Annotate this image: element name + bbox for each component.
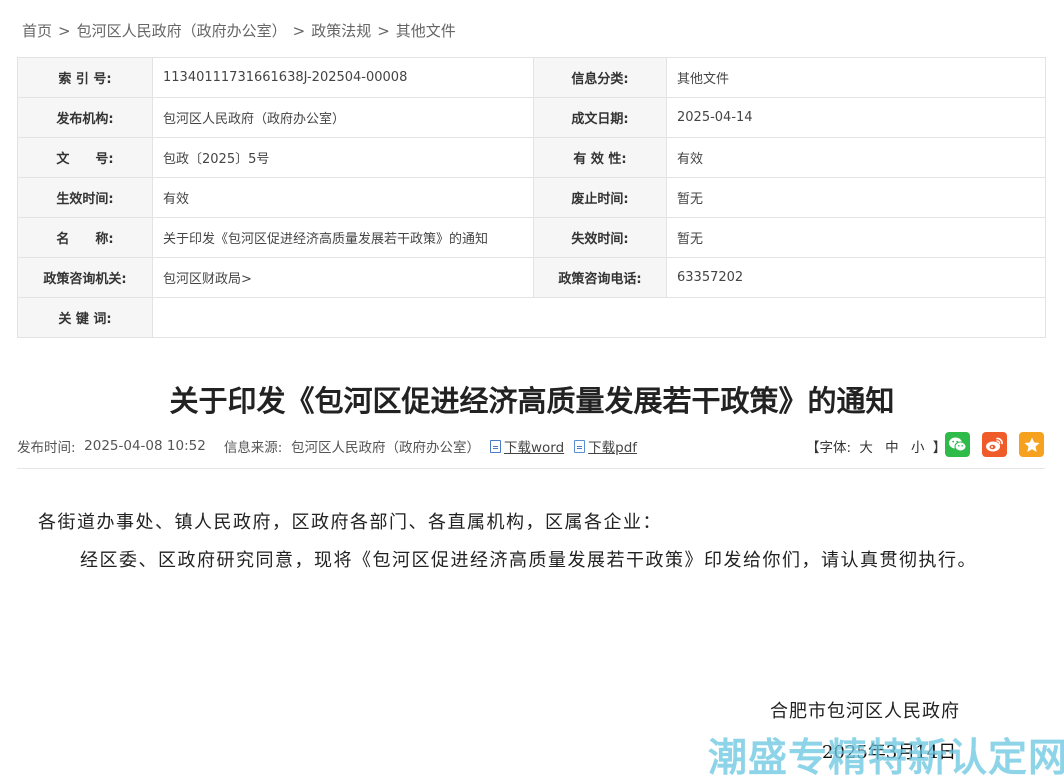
source-value: 包河区人民政府（政府办公室） <box>290 440 480 456</box>
abolish-time-value: 暂无 <box>666 177 1046 218</box>
salutation: 各街道办事处、镇人民政府，区政府各部门、各直属机构，区属各企业： <box>38 512 662 533</box>
favorite-icon <box>1024 437 1039 452</box>
doc-number-value: 包政〔2025〕5号 <box>152 137 534 178</box>
share-weibo-button[interactable] <box>982 432 1007 457</box>
keywords-value <box>152 297 1046 338</box>
font-medium-button[interactable]: 中 <box>885 440 899 456</box>
abolish-time-label: 废止时间: <box>533 177 667 218</box>
validity-label: 有 效 性: <box>533 137 667 178</box>
document-metadata-table: 索 引 号: 11340111731661638J-202504-00008 信… <box>17 57 1046 338</box>
doc-name-value: 关于印发《包河区促进经济高质量发展若干政策》的通知 <box>152 217 534 258</box>
share-wechat-button[interactable] <box>945 432 970 457</box>
download-pdf-label: 下载pdf <box>588 440 638 456</box>
signature-organization: 合肥市包河区人民政府 <box>770 701 960 722</box>
issuer-label: 发布机构: <box>17 97 153 138</box>
article-title: 关于印发《包河区促进经济高质量发展若干政策》的通知 <box>169 384 895 418</box>
breadcrumb-separator: > <box>377 22 390 40</box>
breadcrumb-other-docs-link[interactable]: 其他文件 <box>396 22 456 40</box>
consult-org-label: 政策咨询机关: <box>17 257 153 298</box>
body-paragraph: 经区委、区政府研究同意，现将《包河区促进经济高质量发展若干政策》印发给你们，请认… <box>80 550 977 571</box>
metadata-row: 生效时间: 有效 废止时间: 暂无 <box>17 177 1046 218</box>
index-number-label: 索 引 号: <box>17 57 153 98</box>
consult-phone-label: 政策咨询电话: <box>533 257 667 298</box>
effective-time-value: 有效 <box>152 177 534 218</box>
breadcrumb-home-link[interactable]: 首页 <box>22 22 52 40</box>
publish-time-label: 发布时间: <box>17 440 76 456</box>
share-favorite-button[interactable] <box>1019 432 1044 457</box>
font-large-button[interactable]: 大 <box>859 440 873 456</box>
source-label: 信息来源: <box>223 440 283 456</box>
word-file-icon <box>489 439 501 453</box>
metadata-row: 文 号: 包政〔2025〕5号 有 效 性: 有效 <box>17 137 1046 178</box>
index-number-value: 11340111731661638J-202504-00008 <box>152 57 534 98</box>
download-word-label: 下载word <box>503 440 565 456</box>
breadcrumb-gov-link[interactable]: 包河区人民政府（政府办公室） <box>77 22 287 40</box>
category-value: 其他文件 <box>666 57 1046 98</box>
issuer-value: 包河区人民政府（政府办公室） <box>152 97 534 138</box>
keywords-label: 关 键 词: <box>17 297 153 338</box>
consult-org-link[interactable]: 包河区财政局> <box>152 257 534 298</box>
pdf-file-icon <box>574 439 586 453</box>
doc-number-label: 文 号: <box>17 137 153 178</box>
breadcrumb: 首页 > 包河区人民政府（政府办公室） > 政策法规 > 其他文件 <box>22 20 456 41</box>
effective-time-label: 生效时间: <box>17 177 153 218</box>
expire-time-label: 失效时间: <box>533 217 667 258</box>
consult-phone-value: 63357202 <box>666 257 1046 298</box>
category-label: 信息分类: <box>533 57 667 98</box>
breadcrumb-policy-link[interactable]: 政策法规 <box>311 22 371 40</box>
font-small-button[interactable]: 小 <box>911 440 925 456</box>
site-watermark: 潮盛专精特新认定网 <box>708 736 1064 781</box>
metadata-row: 关 键 词: <box>17 297 1046 338</box>
font-size-switcher: 【字体: 大 中 小 】 <box>806 436 946 456</box>
weibo-icon <box>986 437 1003 452</box>
metadata-row: 名 称: 关于印发《包河区促进经济高质量发展若干政策》的通知 失效时间: 暂无 <box>17 217 1046 258</box>
validity-value: 有效 <box>666 137 1046 178</box>
publish-time-value: 2025-04-08 10:52 <box>84 438 206 454</box>
article-info-bar: 发布时间: 2025-04-08 10:52 信息来源: 包河区人民政府（政府办… <box>17 436 637 456</box>
metadata-row: 索 引 号: 11340111731661638J-202504-00008 信… <box>17 57 1046 98</box>
doc-name-label: 名 称: <box>17 217 153 258</box>
expire-time-value: 暂无 <box>666 217 1046 258</box>
written-date-label: 成文日期: <box>533 97 667 138</box>
metadata-row: 发布机构: 包河区人民政府（政府办公室） 成文日期: 2025-04-14 <box>17 97 1046 138</box>
divider <box>17 468 1045 469</box>
wechat-icon <box>949 437 967 452</box>
breadcrumb-separator: > <box>292 22 306 40</box>
download-pdf-button[interactable]: 下载pdf <box>574 436 637 456</box>
font-size-label: 【字体: <box>806 440 852 456</box>
download-word-button[interactable]: 下载word <box>489 436 565 456</box>
article-body: 各街道办事处、镇人民政府，区政府各部门、各直属机构，区属各企业： 经区委、区政府… <box>38 504 1030 580</box>
breadcrumb-separator: > <box>58 22 71 40</box>
written-date-value: 2025-04-14 <box>666 97 1046 138</box>
metadata-row: 政策咨询机关: 包河区财政局> 政策咨询电话: 63357202 <box>17 257 1046 298</box>
